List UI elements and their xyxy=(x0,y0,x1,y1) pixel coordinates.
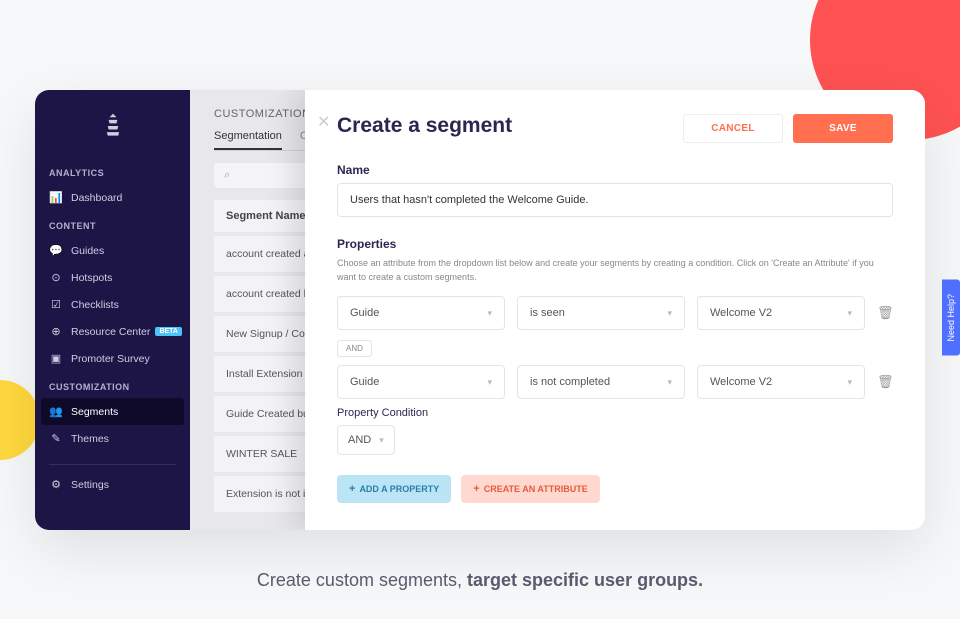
name-label: Name xyxy=(337,163,893,177)
attribute-select[interactable]: Guide▾ xyxy=(337,365,505,399)
chevron-down-icon: ▾ xyxy=(487,308,492,319)
nav-divider xyxy=(49,464,176,465)
close-icon[interactable]: ✕ xyxy=(317,112,330,132)
operator-select[interactable]: is seen▾ xyxy=(517,296,685,330)
property-row: Guide▾ is not completed▾ Welcome V2▾ 🗑 xyxy=(337,365,893,399)
caption-bold: target specific user groups. xyxy=(467,570,703,590)
breadcrumb-parent: CUSTOMIZATION xyxy=(214,108,311,120)
sidebar-item-label: Themes xyxy=(71,433,109,445)
sidebar-item-dashboard[interactable]: 📊 Dashboard xyxy=(35,184,190,211)
sidebar-item-label: Hotspots xyxy=(71,272,112,284)
property-row: Guide▾ is seen▾ Welcome V2▾ 🗑 xyxy=(337,296,893,330)
dashboard-icon: 📊 xyxy=(49,191,63,204)
value-select[interactable]: Welcome V2▾ xyxy=(697,296,865,330)
sidebar-item-checklists[interactable]: ☑ Checklists xyxy=(35,291,190,318)
modal-title: Create a segment xyxy=(337,114,512,138)
promoter-survey-icon: ▣ xyxy=(49,352,63,365)
delete-row-icon[interactable]: 🗑 xyxy=(877,374,893,390)
help-tab[interactable]: Need Help? xyxy=(942,280,960,356)
sidebar-item-label: Settings xyxy=(71,479,109,491)
sidebar-item-label: Guides xyxy=(71,245,104,257)
attribute-select[interactable]: Guide▾ xyxy=(337,296,505,330)
content-area: CUSTOMIZATION | Se Segmentation Cus ⌕ Se… xyxy=(190,90,925,530)
cancel-button[interactable]: CANCEL xyxy=(683,114,783,143)
create-attribute-button[interactable]: +CREATE AN ATTRIBUTE xyxy=(461,475,599,503)
settings-icon: ⚙ xyxy=(49,478,63,491)
sidebar-item-guides[interactable]: 💬 Guides xyxy=(35,237,190,264)
property-actions: +ADD A PROPERTY +CREATE AN ATTRIBUTE xyxy=(337,475,893,503)
sidebar-item-promoter-survey[interactable]: ▣ Promoter Survey xyxy=(35,345,190,372)
sidebar-item-label: Promoter Survey xyxy=(71,353,150,365)
plus-icon: + xyxy=(349,483,355,495)
modal-actions: CANCEL SAVE xyxy=(683,114,893,143)
add-property-button[interactable]: +ADD A PROPERTY xyxy=(337,475,451,503)
caption-light: Create custom segments, xyxy=(257,570,467,590)
sidebar-item-themes[interactable]: ✎ Themes xyxy=(35,425,190,452)
sidebar-item-label: Checklists xyxy=(71,299,119,311)
nav-section-customization: CUSTOMIZATION xyxy=(35,372,190,398)
checklists-icon: ☑ xyxy=(49,298,63,311)
caption: Create custom segments, target specific … xyxy=(0,570,960,591)
operator-select[interactable]: is not completed▾ xyxy=(517,365,685,399)
sidebar-item-label: Segments xyxy=(71,406,118,418)
logo xyxy=(35,106,190,158)
condition-label: Property Condition xyxy=(337,407,893,419)
sidebar-item-label: Dashboard xyxy=(71,192,122,204)
sidebar-item-settings[interactable]: ⚙ Settings xyxy=(35,471,190,498)
create-segment-modal: ✕ Create a segment CANCEL SAVE Name Prop… xyxy=(305,90,925,530)
chevron-down-icon: ▾ xyxy=(667,377,672,388)
chevron-down-icon: ▾ xyxy=(847,377,852,388)
sidebar-item-hotspots[interactable]: ⊙ Hotspots xyxy=(35,264,190,291)
sidebar: ANALYTICS 📊 Dashboard CONTENT 💬 Guides ⊙ H… xyxy=(35,90,190,530)
segment-name-input[interactable] xyxy=(337,183,893,217)
nav-section-content: CONTENT xyxy=(35,211,190,237)
connector-chip: AND xyxy=(337,340,372,357)
properties-helper: Choose an attribute from the dropdown li… xyxy=(337,257,893,284)
value-select[interactable]: Welcome V2▾ xyxy=(697,365,865,399)
themes-icon: ✎ xyxy=(49,432,63,445)
chevron-down-icon: ▾ xyxy=(847,308,852,319)
nav-section-analytics: ANALYTICS xyxy=(35,158,190,184)
properties-label: Properties xyxy=(337,237,893,251)
sidebar-item-segments[interactable]: 👥 Segments xyxy=(41,398,184,425)
save-button[interactable]: SAVE xyxy=(793,114,893,143)
sidebar-item-resource-center[interactable]: ⊕ Resource Center BETA xyxy=(35,318,190,345)
hotspots-icon: ⊙ xyxy=(49,271,63,284)
resource-center-icon: ⊕ xyxy=(49,325,63,338)
segments-icon: 👥 xyxy=(49,405,63,418)
lighthouse-icon xyxy=(99,112,127,140)
tab-segmentation[interactable]: Segmentation xyxy=(214,130,282,150)
delete-row-icon[interactable]: 🗑 xyxy=(877,305,893,321)
chevron-down-icon: ▾ xyxy=(487,377,492,388)
chevron-down-icon: ▾ xyxy=(667,308,672,319)
chevron-down-icon: ▾ xyxy=(379,435,384,446)
modal-header: Create a segment CANCEL SAVE xyxy=(337,114,893,143)
beta-badge: BETA xyxy=(155,327,182,336)
plus-icon: + xyxy=(473,483,479,495)
decorative-circle-yellow xyxy=(0,380,40,460)
app-window: ANALYTICS 📊 Dashboard CONTENT 💬 Guides ⊙ H… xyxy=(35,90,925,530)
sidebar-item-label: Resource Center xyxy=(71,326,150,338)
condition-select[interactable]: AND▾ xyxy=(337,425,395,455)
guides-icon: 💬 xyxy=(49,244,63,257)
